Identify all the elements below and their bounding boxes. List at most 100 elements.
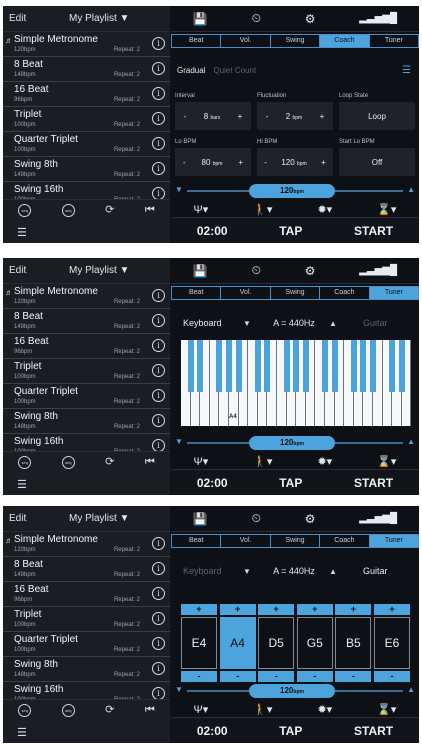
tempo-up-icon[interactable]: ▲ bbox=[407, 685, 415, 694]
list-settings-icon[interactable]: ☰ bbox=[17, 478, 27, 491]
tab-vol[interactable]: Vol. bbox=[221, 287, 271, 299]
start-button[interactable]: START bbox=[354, 476, 393, 490]
list-settings-icon[interactable]: ☰ bbox=[17, 726, 27, 739]
string-up-button[interactable]: + bbox=[374, 604, 410, 615]
tab-tuner[interactable]: Tuner bbox=[369, 535, 419, 547]
pendulum-icon[interactable]: ⌛▾ bbox=[377, 203, 396, 216]
pendulum-icon[interactable]: ⌛▾ bbox=[377, 703, 396, 716]
tap-button[interactable]: TAP bbox=[279, 724, 302, 738]
info-icon[interactable]: i bbox=[152, 364, 165, 377]
string-down-button[interactable]: - bbox=[181, 671, 217, 682]
black-key[interactable] bbox=[254, 340, 261, 392]
coach-setting-value[interactable]: Loop bbox=[339, 102, 415, 130]
black-key[interactable] bbox=[322, 340, 328, 392]
string-up-button[interactable]: + bbox=[258, 604, 295, 615]
seq-icon[interactable]: seq bbox=[18, 204, 32, 217]
coach-setting-value[interactable]: - 2 bpm + bbox=[257, 102, 333, 130]
tempo-slider[interactable]: ▼ 120bpm ▲ bbox=[175, 684, 415, 698]
gear-icon[interactable]: ⚙ bbox=[305, 264, 316, 278]
person-icon[interactable]: 🚶▾ bbox=[253, 203, 272, 216]
edit-button[interactable]: Edit bbox=[9, 13, 69, 24]
pitch-up-icon[interactable]: ▲ bbox=[329, 319, 345, 328]
info-icon[interactable]: i bbox=[152, 289, 165, 302]
info-icon[interactable]: i bbox=[152, 314, 165, 327]
info-icon[interactable]: i bbox=[152, 162, 165, 175]
string-up-button[interactable]: + bbox=[296, 604, 333, 615]
tuning-fork-icon[interactable]: Ψ▾ bbox=[194, 703, 209, 716]
person-icon[interactable]: 🚶▾ bbox=[253, 703, 272, 716]
tab-coach[interactable]: Coach bbox=[320, 287, 370, 299]
tempo-up-icon[interactable]: ▲ bbox=[407, 437, 415, 446]
guitar-mode-button[interactable]: Guitar bbox=[363, 318, 388, 328]
black-key[interactable] bbox=[187, 340, 194, 392]
tab-vol[interactable]: Vol. bbox=[221, 35, 271, 47]
black-key[interactable] bbox=[331, 340, 338, 392]
seq-icon[interactable]: seq bbox=[61, 456, 75, 469]
string-note-button[interactable]: A4 bbox=[219, 617, 256, 669]
timer-icon[interactable]: ⏲ bbox=[252, 263, 261, 278]
black-key[interactable] bbox=[264, 340, 271, 392]
playlist-selector[interactable]: My Playlist ▼ bbox=[69, 265, 164, 276]
guitar-mode-button[interactable]: Guitar bbox=[363, 566, 388, 576]
increment-button[interactable]: + bbox=[321, 158, 326, 167]
save-icon[interactable]: 💾 bbox=[193, 12, 208, 26]
seq-icon[interactable]: seq bbox=[18, 456, 32, 469]
tab-quiet-count[interactable]: Quiet Count bbox=[213, 66, 256, 75]
black-key[interactable] bbox=[389, 340, 396, 392]
tempo-down-icon[interactable]: ▼ bbox=[175, 685, 183, 694]
repeat-icon[interactable]: ⟳ bbox=[105, 456, 114, 469]
black-key[interactable] bbox=[293, 340, 300, 392]
string-down-button[interactable]: - bbox=[296, 671, 333, 682]
string-up-button[interactable]: + bbox=[335, 604, 372, 615]
timer-button[interactable]: 02:00 bbox=[197, 224, 228, 238]
light-icon[interactable]: ✹▾ bbox=[317, 455, 332, 468]
volume-level-icon[interactable]: ▂▃▅▆█ bbox=[359, 265, 397, 276]
playlist-item[interactable]: ♬ Simple Metronome 120bpm Repeat: 2 i bbox=[3, 532, 170, 557]
playlist-item[interactable]: 8 Beat 148bpm Repeat: 2 i bbox=[3, 57, 170, 82]
tab-tuner[interactable]: Tuner bbox=[370, 35, 418, 47]
string-down-button[interactable]: - bbox=[374, 671, 410, 682]
string-note-button[interactable]: D5 bbox=[258, 617, 295, 669]
save-icon[interactable]: 💾 bbox=[193, 264, 208, 278]
string-up-button[interactable]: + bbox=[181, 604, 217, 615]
list-settings-icon[interactable]: ☰ bbox=[17, 226, 27, 239]
black-key[interactable] bbox=[398, 340, 405, 392]
tempo-slider[interactable]: ▼ 120bpm ▲ bbox=[175, 184, 415, 198]
playlist-selector[interactable]: My Playlist ▼ bbox=[69, 13, 164, 24]
info-icon[interactable]: i bbox=[152, 562, 165, 575]
timer-button[interactable]: 02:00 bbox=[197, 724, 228, 738]
tap-button[interactable]: TAP bbox=[279, 476, 302, 490]
tab-coach[interactable]: Coach bbox=[320, 535, 370, 547]
increment-button[interactable]: + bbox=[320, 112, 325, 121]
coach-list-icon[interactable]: ☰ bbox=[402, 65, 411, 76]
info-icon[interactable]: i bbox=[152, 62, 165, 75]
info-icon[interactable]: i bbox=[152, 587, 165, 600]
playlist-item[interactable]: 8 Beat 148bpm Repeat: 2 i bbox=[3, 309, 170, 334]
info-icon[interactable]: i bbox=[152, 612, 165, 625]
tab-gradual[interactable]: Gradual bbox=[177, 66, 205, 75]
decrement-button[interactable]: - bbox=[183, 158, 186, 167]
black-key[interactable] bbox=[197, 340, 204, 392]
coach-setting-value[interactable]: - 120 bpm + bbox=[257, 148, 333, 176]
decrement-button[interactable]: - bbox=[184, 112, 187, 121]
person-icon[interactable]: 🚶▾ bbox=[253, 455, 272, 468]
skip-back-icon[interactable]: ⏮ bbox=[145, 204, 155, 217]
black-key[interactable] bbox=[226, 340, 232, 392]
tempo-up-icon[interactable]: ▲ bbox=[407, 185, 415, 194]
repeat-icon[interactable]: ⟳ bbox=[105, 704, 114, 717]
timer-icon[interactable]: ⏲ bbox=[252, 511, 261, 526]
playlist-item[interactable]: 16 Beat 96bpm Repeat: 2 i bbox=[3, 82, 170, 107]
black-key[interactable] bbox=[350, 340, 357, 392]
info-icon[interactable]: i bbox=[152, 637, 165, 650]
string-down-button[interactable]: - bbox=[335, 671, 372, 682]
tab-vol[interactable]: Vol. bbox=[221, 535, 271, 547]
playlist-item[interactable]: 16 Beat 96bpm Repeat: 2 i bbox=[3, 582, 170, 607]
save-icon[interactable]: 💾 bbox=[193, 512, 208, 526]
tempo-down-icon[interactable]: ▼ bbox=[175, 437, 183, 446]
string-note-button[interactable]: E4 bbox=[181, 617, 217, 669]
black-key[interactable] bbox=[370, 340, 376, 392]
string-up-button[interactable]: + bbox=[219, 604, 256, 615]
info-icon[interactable]: i bbox=[152, 87, 165, 100]
edit-button[interactable]: Edit bbox=[9, 265, 69, 276]
black-key[interactable] bbox=[235, 340, 242, 392]
